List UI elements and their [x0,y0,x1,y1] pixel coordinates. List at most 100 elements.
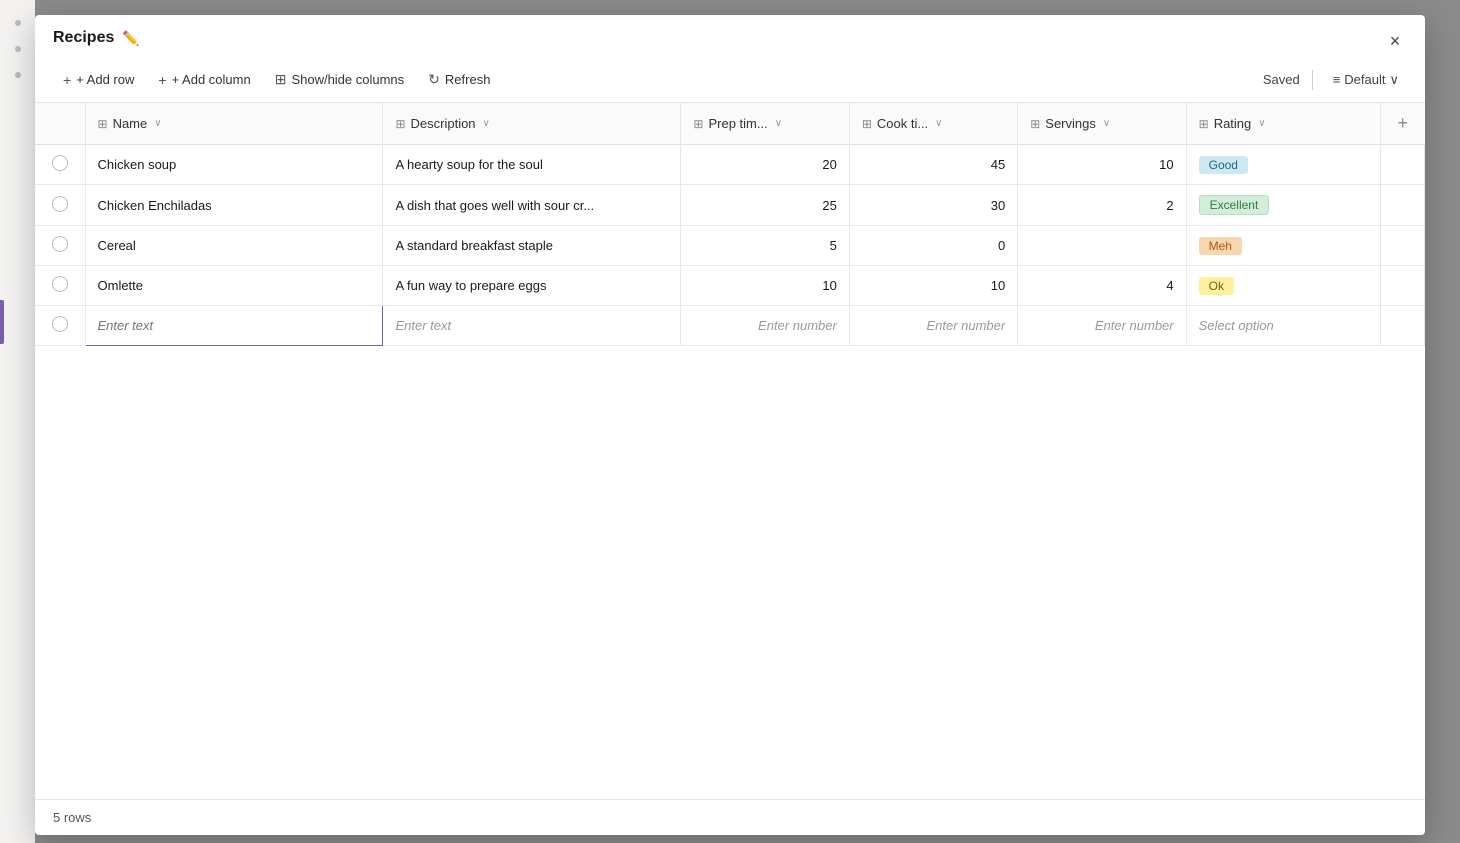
new-row-prep-cell[interactable]: Enter number [681,306,849,346]
show-hide-button[interactable]: ⊞ Show/hide columns [265,65,414,94]
row-name-1[interactable]: Chicken Enchiladas [85,185,383,226]
row-rating-3[interactable]: Ok [1186,266,1380,306]
row-select-2[interactable] [35,226,85,266]
row-prep-3: 10 [681,266,849,306]
th-cook-time[interactable]: ⊞ Cook ti... ∨ [849,103,1017,145]
refresh-icon: ↻ [428,71,440,88]
show-hide-icon: ⊞ [275,71,287,88]
row-radio-1[interactable] [52,196,68,212]
rating-col-icon: ⊞ [1199,117,1209,131]
row-description-3[interactable]: A fun way to prepare eggs [383,266,681,306]
row-prep-2: 5 [681,226,849,266]
th-prep-time[interactable]: ⊞ Prep tim... ∨ [681,103,849,145]
close-button[interactable]: × [1381,27,1409,55]
table-row: Chicken Enchiladas A dish that goes well… [35,185,1425,226]
sidebar [0,0,35,843]
table-row: Omlette A fun way to prepare eggs 10 10 … [35,266,1425,306]
th-rating[interactable]: ⊞ Rating ∨ [1186,103,1380,145]
name-sort-icon: ∨ [154,118,161,129]
row-radio-3[interactable] [52,276,68,292]
table-row: Chicken soup A hearty soup for the soul … [35,145,1425,185]
row-description-0[interactable]: A hearty soup for the soul [383,145,681,185]
new-row-extra [1381,306,1425,346]
row-name-0[interactable]: Chicken soup [85,145,383,185]
prep-sort-icon: ∨ [775,118,782,129]
sidebar-active-indicator [0,300,4,344]
rating-badge-3[interactable]: Ok [1199,277,1234,295]
rating-badge-0[interactable]: Good [1199,156,1248,174]
refresh-button[interactable]: ↻ Refresh [418,65,500,94]
row-servings-3: 4 [1018,266,1186,306]
saved-status: Saved [1263,72,1300,87]
table-header-row: ⊞ Name ∨ ⊞ Description ∨ [35,103,1425,145]
new-row-servings-cell[interactable]: Enter number [1018,306,1186,346]
th-rating-label: Rating [1214,116,1252,131]
refresh-label: Refresh [445,72,491,87]
row-rating-2[interactable]: Meh [1186,226,1380,266]
th-name-label: Name [113,116,148,131]
row-cook-1: 30 [849,185,1017,226]
row-description-2[interactable]: A standard breakfast staple [383,226,681,266]
sidebar-dot [15,46,21,52]
rating-badge-2[interactable]: Meh [1199,237,1242,255]
add-row-button[interactable]: + + Add row [53,66,144,94]
add-row-label: + Add row [76,72,134,87]
name-col-icon: ⊞ [98,117,108,131]
add-column-label: + Add column [172,72,251,87]
add-column-th[interactable]: + [1381,103,1425,145]
new-row-name-input[interactable] [98,318,371,333]
sidebar-dot [15,72,21,78]
add-column-button[interactable]: + + Add column [148,66,260,94]
toolbar-divider [1312,70,1313,90]
add-row-icon: + [63,72,71,88]
new-row-description-cell[interactable]: Enter text [383,306,681,346]
row-select-3[interactable] [35,266,85,306]
cook-sort-icon: ∨ [935,118,942,129]
toolbar-right: Saved ≡ Default ∨ [1263,68,1407,92]
new-row-cook-cell[interactable]: Enter number [849,306,1017,346]
row-cook-3: 10 [849,266,1017,306]
row-count: 5 rows [53,810,91,825]
footer: 5 rows [35,799,1425,835]
row-description-1[interactable]: A dish that goes well with sour cr... [383,185,681,226]
edit-title-icon[interactable]: ✏️ [122,30,139,47]
rating-badge-1[interactable]: Excellent [1199,195,1270,215]
row-name-2[interactable]: Cereal [85,226,383,266]
th-cook-label: Cook ti... [877,116,928,131]
default-view-button[interactable]: ≡ Default ∨ [1325,68,1407,92]
row-select-0[interactable] [35,145,85,185]
rating-sort-icon: ∨ [1258,118,1265,129]
row-rating-0[interactable]: Good [1186,145,1380,185]
th-name[interactable]: ⊞ Name ∨ [85,103,383,145]
new-row-select[interactable] [35,306,85,346]
row-radio-0[interactable] [52,155,68,171]
row-prep-1: 25 [681,185,849,226]
recipes-table: ⊞ Name ∨ ⊞ Description ∨ [35,103,1425,346]
th-description-label: Description [411,116,476,131]
th-select [35,103,85,145]
table-row: Cereal A standard breakfast staple 5 0 M… [35,226,1425,266]
prep-col-icon: ⊞ [693,117,703,131]
row-select-1[interactable] [35,185,85,226]
row-extra-2 [1381,226,1425,266]
new-row-rating-cell[interactable]: Select option [1186,306,1380,346]
table-container: ⊞ Name ∨ ⊞ Description ∨ [35,103,1425,799]
new-row-name-cell[interactable] [85,306,383,346]
modal-title: Recipes [53,29,114,47]
row-name-3[interactable]: Omlette [85,266,383,306]
row-rating-1[interactable]: Excellent [1186,185,1380,226]
new-row-radio[interactable] [52,316,68,332]
th-servings[interactable]: ⊞ Servings ∨ [1018,103,1186,145]
show-hide-label: Show/hide columns [291,72,404,87]
cook-col-icon: ⊞ [862,117,872,131]
row-extra-0 [1381,145,1425,185]
th-description[interactable]: ⊞ Description ∨ [383,103,681,145]
list-icon: ≡ [1333,72,1341,87]
sidebar-dot [15,20,21,26]
add-column-icon: + [158,72,166,88]
new-row: Enter text Enter number Enter number Ent… [35,306,1425,346]
th-servings-label: Servings [1045,116,1096,131]
servings-col-icon: ⊞ [1030,117,1040,131]
row-radio-2[interactable] [52,236,68,252]
row-extra-3 [1381,266,1425,306]
